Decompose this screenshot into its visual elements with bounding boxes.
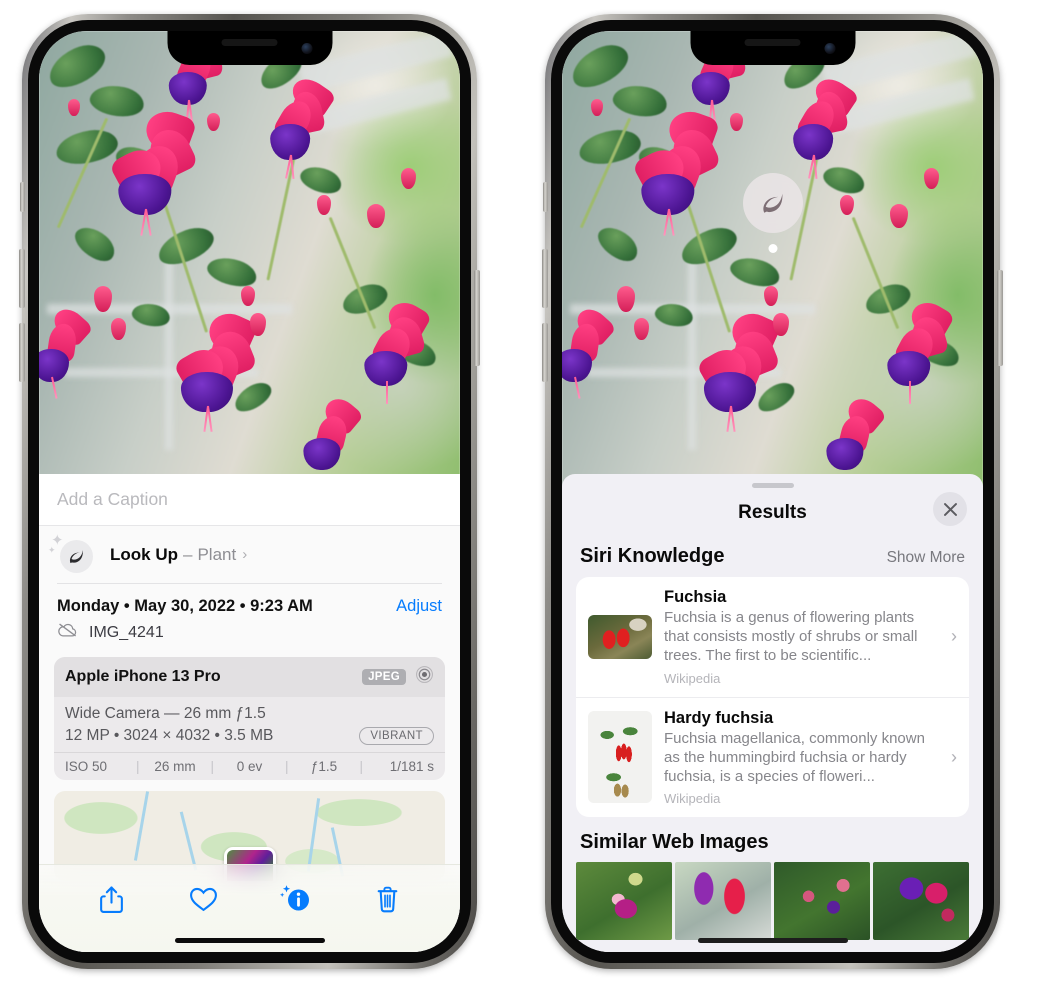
result-source: Wikipedia: [664, 791, 721, 807]
phone-left: Add a Caption ✦ ✦ Look Up – Plant › Mond…: [19, 14, 480, 969]
info-button[interactable]: [274, 879, 318, 919]
chevron-right-icon: ›: [242, 546, 248, 563]
show-more-button[interactable]: Show More: [887, 549, 965, 567]
look-up-title: Look Up: [110, 544, 178, 564]
adjust-button[interactable]: Adjust: [396, 597, 442, 616]
look-up-row[interactable]: ✦ ✦ Look Up – Plant ›: [39, 526, 460, 583]
camera-card-body: Wide Camera — 26 mm ƒ1.5 12 MP • 3024 × …: [54, 697, 445, 752]
style-badge: VIBRANT: [359, 727, 434, 745]
list-item[interactable]: Hardy fuchsia Fuchsia magellanica, commo…: [576, 696, 969, 818]
badge-anchor-dot: [768, 244, 777, 253]
delete-button[interactable]: [366, 879, 410, 919]
earpiece-speaker: [744, 39, 801, 46]
phone-right: Results Siri Knowledge Show More Fuchsia…: [542, 14, 1003, 969]
leaf-icon: [60, 539, 93, 573]
list-item[interactable]: Fuchsia Fuchsia is a genus of flowering …: [576, 577, 969, 697]
result-thumbnail: [588, 711, 652, 804]
leaf-icon: [762, 193, 782, 213]
siri-knowledge-header: Siri Knowledge Show More: [562, 538, 983, 577]
web-image-tile[interactable]: [774, 862, 870, 941]
results-header: Results: [562, 488, 983, 538]
web-image-tile[interactable]: [873, 862, 969, 941]
section-title-siri-knowledge: Siri Knowledge: [580, 545, 725, 567]
home-indicator[interactable]: [697, 938, 848, 943]
similar-web-images-header: Similar Web Images: [562, 817, 983, 862]
result-source: Wikipedia: [664, 670, 721, 686]
chevron-right-icon: ›: [951, 746, 957, 767]
volume-up-button[interactable]: [542, 249, 548, 308]
camera-device-name: Apple iPhone 13 Pro: [65, 668, 221, 685]
notch: [690, 31, 855, 65]
front-camera-icon: [824, 43, 835, 54]
result-description: Fuchsia magellanica, commonly known as t…: [664, 729, 925, 785]
volume-down-button[interactable]: [19, 323, 25, 382]
look-up-separator: –: [183, 544, 193, 564]
exif-shutter: 1/181 s: [389, 759, 434, 774]
phone-screen-right: Results Siri Knowledge Show More Fuchsia…: [562, 31, 983, 952]
section-title-similar-web-images: Similar Web Images: [580, 831, 769, 854]
web-image-tile[interactable]: [576, 862, 672, 941]
photo-info-sheet: Add a Caption ✦ ✦ Look Up – Plant › Mond…: [39, 474, 460, 952]
volume-down-button[interactable]: [542, 323, 548, 382]
close-button[interactable]: [933, 492, 967, 526]
format-badge: JPEG: [362, 669, 406, 685]
result-title: Hardy fuchsia: [664, 708, 774, 727]
result-thumbnail: [588, 614, 652, 659]
photo-date: Monday • May 30, 2022 • 9:23 AM: [57, 597, 313, 615]
visual-look-up-badge[interactable]: [742, 173, 803, 253]
metadata-block: Monday • May 30, 2022 • 9:23 AM Adjust I…: [39, 584, 460, 653]
icloud-slash-icon: [57, 622, 79, 643]
exif-iso: ISO 50: [65, 759, 108, 774]
exif-exposure: 0 ev: [236, 759, 263, 774]
aperture-icon: [415, 665, 434, 689]
earpiece-speaker: [221, 39, 278, 46]
share-button[interactable]: [89, 879, 133, 919]
web-image-tile[interactable]: [675, 862, 771, 941]
mute-switch[interactable]: [543, 182, 548, 212]
chevron-right-icon: ›: [951, 626, 957, 647]
photo-viewer[interactable]: [562, 31, 983, 486]
mute-switch[interactable]: [20, 182, 25, 212]
photo-viewer[interactable]: [39, 31, 460, 486]
camera-lens-line: Wide Camera — 26 mm ƒ1.5: [65, 705, 266, 722]
exif-focal: 26 mm: [154, 759, 196, 774]
siri-knowledge-card: Fuchsia Fuchsia is a genus of flowering …: [576, 577, 969, 818]
front-camera-icon: [301, 43, 312, 54]
look-up-subject: Plant: [197, 544, 237, 564]
result-description: Fuchsia is a genus of flowering plants t…: [664, 609, 918, 665]
notch: [167, 31, 332, 65]
results-sheet: Results Siri Knowledge Show More Fuchsia…: [562, 474, 983, 952]
camera-info-card[interactable]: Apple iPhone 13 Pro JPEG Wide Camera — 2…: [54, 657, 445, 780]
close-icon: [943, 502, 957, 516]
camera-card-header: Apple iPhone 13 Pro JPEG: [54, 657, 445, 697]
exif-aperture: ƒ1.5: [310, 759, 338, 774]
similar-web-images-strip: [562, 862, 983, 941]
look-up-icon-wrap: ✦ ✦: [48, 533, 93, 573]
camera-specs-line: 12 MP • 3024 × 4032 • 3.5 MB: [65, 727, 274, 744]
photo-filename: IMG_4241: [89, 623, 164, 641]
sparkle-icon-small: ✦: [48, 544, 56, 555]
power-button[interactable]: [997, 270, 1003, 366]
caption-placeholder: Add a Caption: [57, 489, 168, 509]
favorite-button[interactable]: [181, 879, 225, 919]
screenshot-canvas: Add a Caption ✦ ✦ Look Up – Plant › Mond…: [0, 0, 1055, 985]
power-button[interactable]: [474, 270, 480, 366]
volume-up-button[interactable]: [19, 249, 25, 308]
results-title: Results: [738, 502, 807, 523]
home-indicator[interactable]: [174, 938, 325, 943]
caption-field[interactable]: Add a Caption: [39, 474, 460, 526]
phone-screen-left: Add a Caption ✦ ✦ Look Up – Plant › Mond…: [39, 31, 460, 952]
result-title: Fuchsia: [664, 588, 727, 606]
exif-row: ISO 50 | 26 mm | 0 ev | ƒ1.5 | 1/181 s: [54, 752, 445, 780]
